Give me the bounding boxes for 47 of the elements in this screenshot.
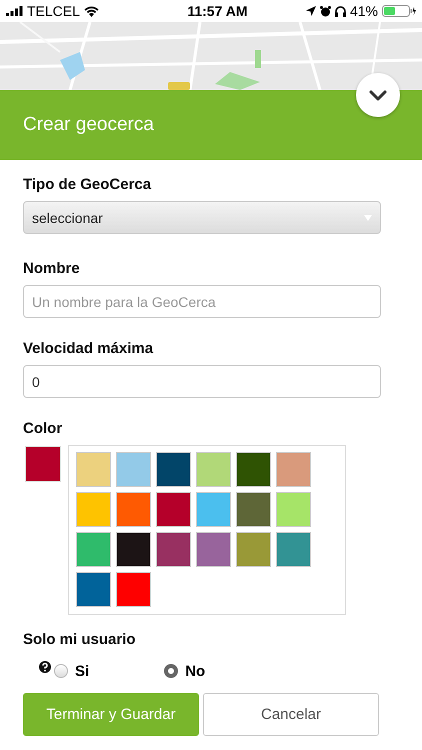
header-title: Crear geocerca xyxy=(23,114,154,136)
color-swatch[interactable] xyxy=(236,532,271,567)
color-swatch[interactable] xyxy=(156,452,191,487)
dropdown-arrow-icon xyxy=(364,214,372,220)
speed-field[interactable]: 0 xyxy=(23,365,381,398)
color-swatch[interactable] xyxy=(276,492,311,527)
carrier-name: TELCEL xyxy=(27,3,80,19)
color-swatch[interactable] xyxy=(196,452,231,487)
radio-option[interactable]: No xyxy=(164,662,206,680)
alarm-icon xyxy=(320,6,331,16)
wifi-icon xyxy=(84,6,99,16)
battery-percent: 41% xyxy=(350,3,378,19)
signal-icon xyxy=(6,6,23,16)
location-icon xyxy=(306,6,316,16)
color-swatch[interactable] xyxy=(156,532,191,567)
radio-option[interactable]: Si xyxy=(54,662,90,680)
color-swatch[interactable] xyxy=(236,452,271,487)
radio-button[interactable] xyxy=(164,664,178,678)
headphones-icon xyxy=(334,6,346,16)
type-select[interactable]: seleccionar xyxy=(23,201,381,234)
color-swatch[interactable] xyxy=(196,492,231,527)
field-label: Nombre xyxy=(23,260,80,277)
color-swatch[interactable] xyxy=(116,572,151,607)
cancel-button[interactable]: Cancelar xyxy=(203,693,379,736)
color-swatch[interactable] xyxy=(276,452,311,487)
radio-button[interactable] xyxy=(54,664,68,678)
color-swatch[interactable] xyxy=(156,492,191,527)
name-field[interactable]: Un nombre para la GeoCerca xyxy=(23,285,381,318)
color-swatch[interactable] xyxy=(116,492,151,527)
collapse-button[interactable] xyxy=(356,73,400,117)
color-swatch[interactable] xyxy=(236,492,271,527)
color-swatch[interactable] xyxy=(196,532,231,567)
field-label: Velocidad máxima xyxy=(23,340,154,357)
color-swatch[interactable] xyxy=(76,532,111,567)
help-icon[interactable] xyxy=(39,661,51,673)
color-swatch[interactable] xyxy=(76,452,111,487)
field-label: Solo mi usuario xyxy=(23,631,136,648)
color-swatch[interactable] xyxy=(276,532,311,567)
clock-time: 11:57 AM xyxy=(187,3,248,19)
color-swatch[interactable] xyxy=(116,452,151,487)
field-label: Color xyxy=(23,420,62,437)
field-label: Tipo de GeoCerca xyxy=(23,176,152,193)
battery-icon xyxy=(382,5,416,17)
color-swatch[interactable] xyxy=(76,572,111,607)
chevron-down-icon xyxy=(369,90,387,100)
color-swatch[interactable] xyxy=(116,532,151,567)
color-swatch[interactable] xyxy=(76,492,111,527)
